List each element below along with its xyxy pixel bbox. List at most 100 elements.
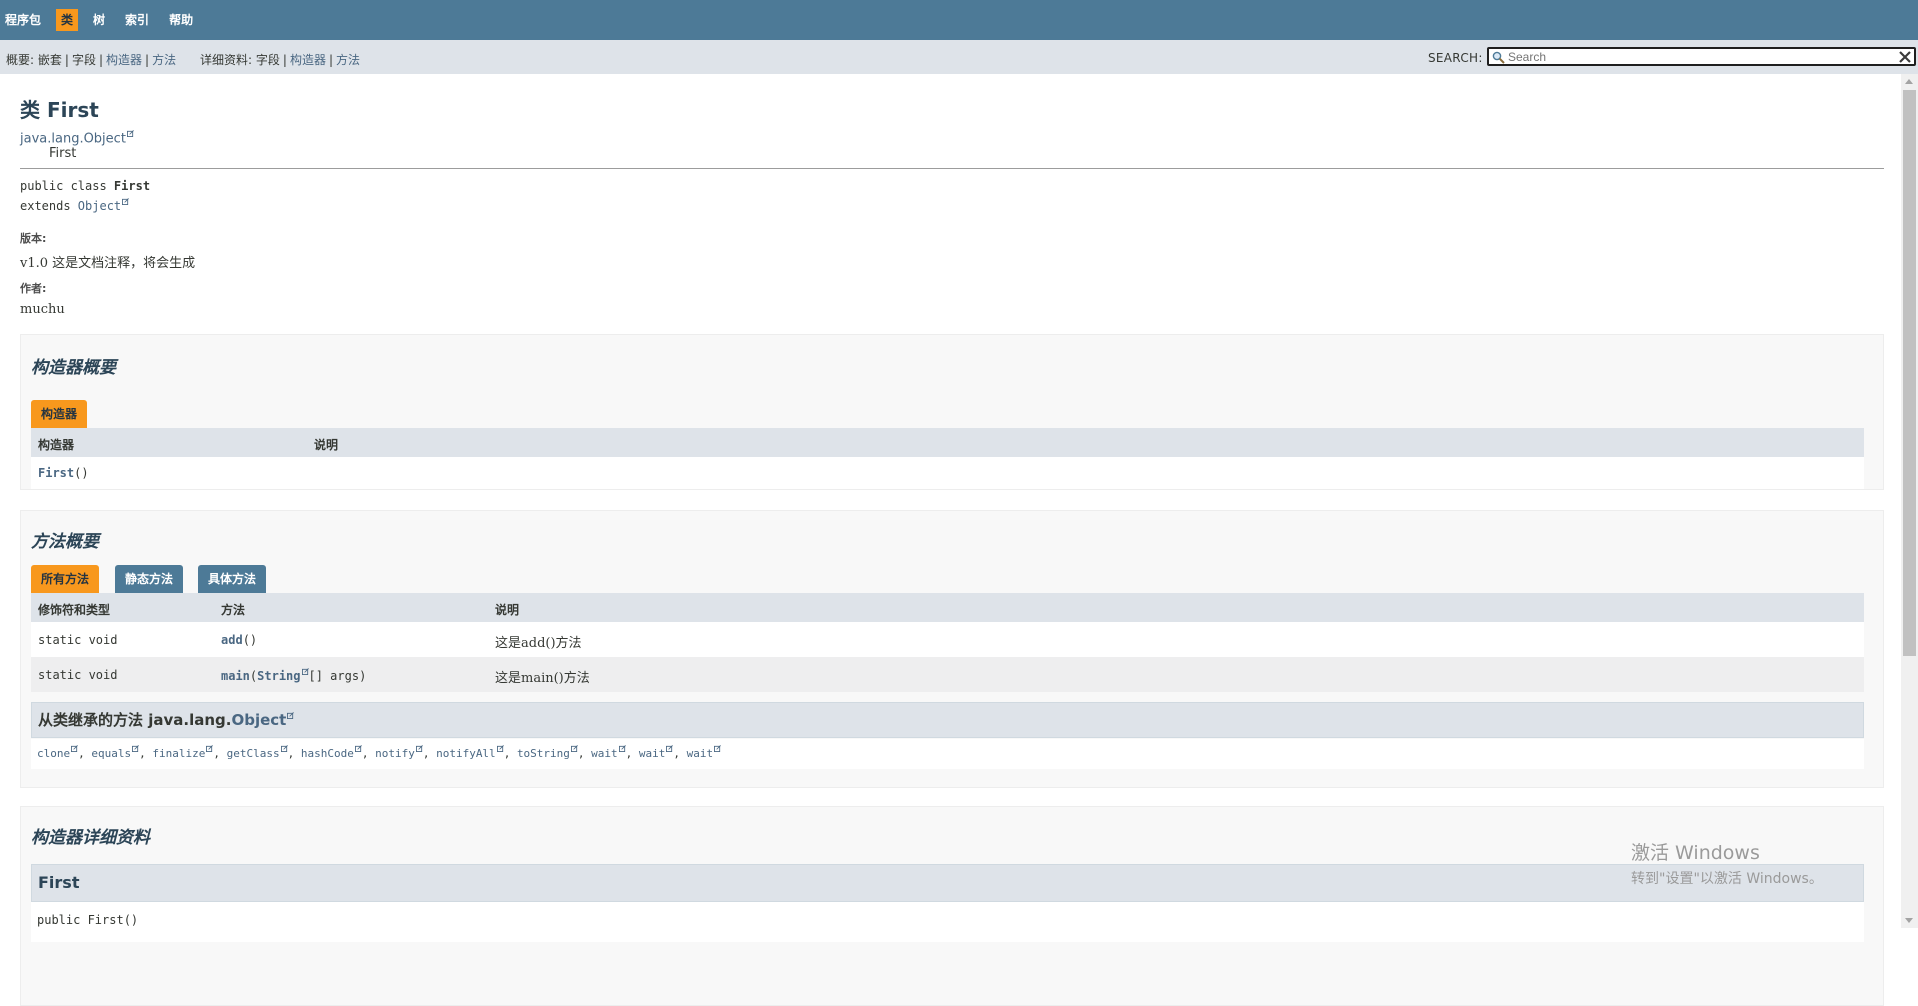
- search-input[interactable]: [1508, 49, 1878, 64]
- method-summary-section: 方法概要 所有方法 静态方法 具体方法 修饰符和类型 方法 说明 static …: [20, 510, 1884, 788]
- separator: |: [98, 53, 103, 67]
- class-declaration: public class First: [20, 179, 150, 193]
- detail-links: 详细资料: 字段 | 构造器 | 方法: [200, 51, 360, 68]
- page-title: 类 First: [20, 98, 99, 122]
- list-separator: ,: [577, 747, 592, 760]
- scrollbar-thumb[interactable]: [1903, 90, 1916, 656]
- summary-nested: 嵌套: [37, 53, 62, 67]
- nav-index[interactable]: 索引: [120, 9, 154, 31]
- column-header: 方法: [221, 603, 246, 617]
- table-row: static void main(String[] args) 这是main()…: [31, 657, 1864, 692]
- list-separator: ,: [361, 747, 376, 760]
- detail-constructor-link[interactable]: 构造器: [290, 53, 326, 67]
- method-signature: main(String[] args): [221, 668, 366, 683]
- detail-field: 字段: [255, 53, 280, 67]
- table-header: 修饰符和类型 方法 说明: [31, 593, 1864, 622]
- nav-package[interactable]: 程序包: [5, 9, 46, 31]
- search-field[interactable]: [1487, 47, 1916, 66]
- windows-activation-watermark: 激活 Windows 转到"设置"以激活 Windows。: [1631, 838, 1823, 888]
- summary-links: 概要: 嵌套 | 字段 | 构造器 | 方法: [6, 51, 176, 68]
- nav-class[interactable]: 类: [56, 9, 79, 31]
- method-modifier: static void: [38, 633, 118, 647]
- tab-all-methods[interactable]: 所有方法: [31, 565, 100, 593]
- declaration-prefix: public class: [20, 179, 114, 193]
- method-params-rest: [] args): [308, 669, 367, 683]
- author-label: 作者:: [20, 282, 47, 295]
- scroll-up-arrow-icon[interactable]: [1905, 79, 1913, 84]
- constructor-table: 构造器 说明 First(): [31, 428, 1864, 489]
- object-link[interactable]: Object: [78, 199, 121, 213]
- inherited-method-link[interactable]: wait: [591, 747, 618, 760]
- search-label: SEARCH:: [1428, 51, 1483, 65]
- external-link-icon: [714, 745, 722, 753]
- nav-help[interactable]: 帮助: [164, 9, 198, 31]
- list-separator: ,: [673, 747, 687, 760]
- separator: |: [282, 53, 287, 67]
- table-row: First(): [31, 457, 1864, 489]
- constructor-signature: First(): [38, 466, 89, 480]
- watermark-subtitle: 转到"设置"以激活 Windows。: [1631, 871, 1823, 887]
- list-separator: ,: [78, 747, 92, 760]
- version-label: 版本:: [20, 232, 47, 245]
- method-description: 这是add()方法: [495, 636, 582, 651]
- external-link-icon: [280, 745, 288, 753]
- external-link-icon: [618, 745, 626, 753]
- constructor-summary-title: 构造器概要: [31, 358, 116, 378]
- list-separator: ,: [213, 747, 227, 760]
- inherited-method-link[interactable]: hashCode: [301, 747, 354, 760]
- external-link-icon: [496, 745, 504, 753]
- constructor-first-link[interactable]: First: [38, 466, 74, 480]
- scroll-down-arrow-icon[interactable]: [1905, 918, 1913, 923]
- inherited-method-link[interactable]: clone: [37, 747, 70, 760]
- method-add-link[interactable]: add: [221, 633, 243, 647]
- tab-static-methods[interactable]: 静态方法: [115, 565, 184, 593]
- extends-declaration: extends Object: [20, 198, 130, 213]
- detail-method-link[interactable]: 方法: [336, 53, 360, 67]
- string-type-link[interactable]: String: [257, 669, 300, 683]
- summary-constructor-link[interactable]: 构造器: [106, 53, 142, 67]
- method-modifier: static void: [38, 668, 118, 682]
- external-link-icon: [415, 745, 423, 753]
- constructor-detail-header: First: [31, 864, 1864, 902]
- method-main-link[interactable]: main: [221, 669, 250, 683]
- close-icon[interactable]: [1898, 50, 1912, 64]
- inherited-method-link[interactable]: finalize: [152, 747, 205, 760]
- external-link-icon: [301, 668, 309, 675]
- column-header: 说明: [314, 438, 339, 452]
- inherited-methods-list: clone, equals, finalize, getClass, hashC…: [31, 739, 1864, 769]
- external-link-icon: [354, 745, 362, 753]
- inherited-method-link[interactable]: toString: [517, 747, 570, 760]
- list-separator: ,: [625, 747, 639, 760]
- table-row: static void add() 这是add()方法: [31, 622, 1864, 657]
- inherited-method-link[interactable]: wait: [639, 747, 666, 760]
- list-separator: ,: [139, 747, 153, 760]
- author-value: muchu: [20, 302, 65, 317]
- inherited-method-link[interactable]: wait: [687, 747, 714, 760]
- tab-constructors[interactable]: 构造器: [31, 400, 88, 428]
- inheritance-child: First: [49, 146, 77, 161]
- java-lang-object-link[interactable]: java.lang.Object: [20, 131, 126, 146]
- tab-concrete-methods[interactable]: 具体方法: [198, 565, 267, 593]
- inherited-method-link[interactable]: equals: [91, 747, 131, 760]
- external-link-icon: [570, 745, 578, 753]
- inherited-method-link[interactable]: notify: [375, 747, 415, 760]
- nav-tree[interactable]: 树: [88, 9, 110, 31]
- list-separator: ,: [287, 747, 301, 760]
- inherited-method-link[interactable]: getClass: [227, 747, 280, 760]
- inherited-object-link[interactable]: Object: [231, 711, 286, 729]
- external-link-icon: [287, 712, 295, 719]
- declaration-class-name: First: [113, 179, 151, 193]
- table-header: 构造器 说明: [31, 428, 1864, 457]
- column-header: 构造器: [38, 438, 75, 452]
- divider: [20, 168, 1884, 169]
- method-description: 这是main()方法: [495, 671, 590, 686]
- top-navbar: 程序包 类 树 索引 帮助: [0, 0, 1918, 40]
- separator: |: [145, 53, 150, 67]
- separator: |: [328, 53, 333, 67]
- inherited-method-link[interactable]: notifyAll: [436, 747, 496, 760]
- version-value: v1.0 这是文档注释，将会生成: [20, 256, 196, 271]
- method-table: 修饰符和类型 方法 说明 static void add() 这是add()方法…: [31, 593, 1864, 692]
- summary-field-link[interactable]: 字段: [72, 53, 96, 67]
- vertical-scrollbar[interactable]: [1901, 74, 1918, 928]
- summary-method-link[interactable]: 方法: [152, 53, 176, 67]
